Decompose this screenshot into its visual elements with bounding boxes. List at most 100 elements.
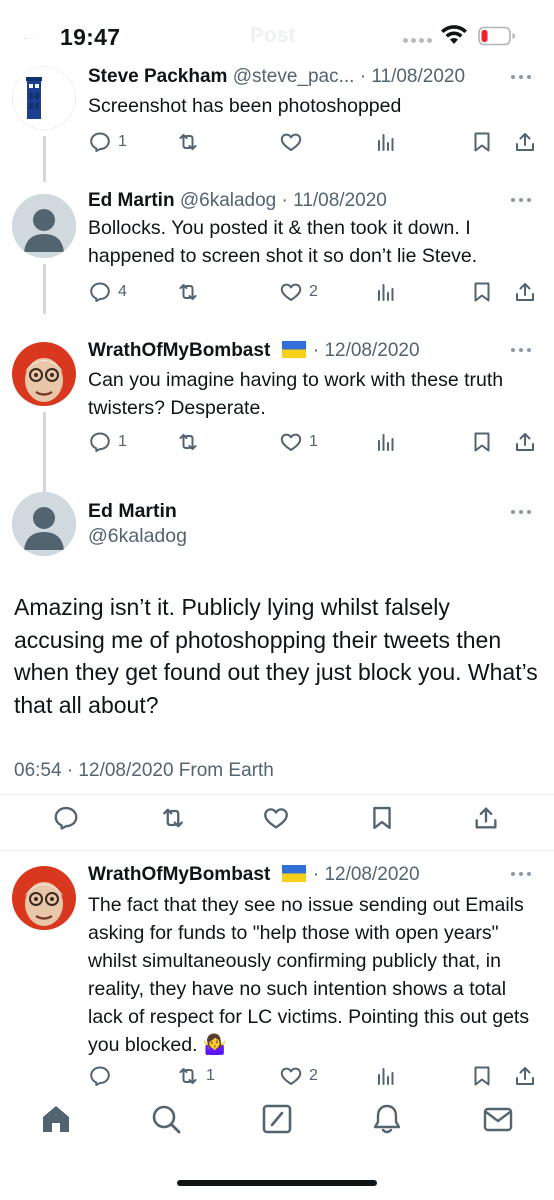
bookmark-button[interactable] — [470, 280, 494, 304]
bookmark-icon — [373, 806, 391, 830]
tweet-timestamp[interactable]: 06:54 · 12/08/2020 From Earth — [14, 760, 274, 782]
like-button[interactable]: 1 — [279, 430, 318, 454]
share-button[interactable] — [513, 130, 537, 154]
reply-icon — [54, 806, 78, 830]
page-title: Post — [250, 24, 296, 47]
bookmark-button[interactable] — [470, 1064, 494, 1088]
share-button[interactable] — [513, 1064, 537, 1088]
messages-icon — [483, 1107, 513, 1132]
tweet-date[interactable]: 11/08/2020 — [371, 66, 465, 87]
separator: · — [312, 340, 320, 361]
author-name[interactable]: WrathOfMyBombast — [88, 864, 270, 885]
home-indicator — [177, 1180, 377, 1186]
tweet-date[interactable]: 12/08/2020 — [324, 340, 419, 361]
tab-home[interactable] — [39, 1102, 73, 1136]
tweet-date[interactable]: 12/08/2020 — [324, 864, 419, 885]
views-button[interactable] — [374, 280, 398, 304]
bookmark-icon — [474, 1066, 490, 1086]
share-button[interactable] — [513, 280, 537, 304]
heart-icon — [264, 808, 288, 829]
author-name[interactable]: WrathOfMyBombast — [88, 340, 270, 361]
tab-search[interactable] — [149, 1102, 183, 1136]
views-icon — [378, 284, 394, 301]
views-button[interactable] — [374, 130, 398, 154]
reply-button[interactable]: 1 — [88, 430, 127, 454]
like-button[interactable] — [262, 804, 290, 832]
reply-button[interactable] — [52, 804, 80, 832]
main-tweet-text: Amazing isn’t it. Publicly lying whilst … — [14, 594, 538, 718]
like-button[interactable]: 2 — [279, 1064, 318, 1088]
like-button[interactable]: 2 — [279, 280, 318, 304]
battery-low-icon — [478, 26, 515, 46]
tweet-header: Steve Packham @steve_pac... · 11/08/2020 — [88, 64, 465, 90]
avatar[interactable] — [12, 342, 76, 406]
author-name[interactable]: Ed Martin — [88, 500, 177, 523]
retweet-button[interactable]: 1 — [176, 1064, 215, 1088]
like-count: 2 — [309, 283, 318, 300]
heart-icon — [280, 283, 302, 301]
more-options-icon[interactable] — [510, 74, 532, 80]
views-icon — [378, 434, 394, 451]
retweet-button[interactable] — [176, 280, 206, 304]
author-handle[interactable]: @6kaladog — [88, 525, 187, 548]
bookmark-button[interactable] — [470, 430, 494, 454]
reply-button[interactable] — [88, 1064, 118, 1088]
like-button[interactable] — [279, 130, 309, 154]
reply-count: 1 — [118, 133, 127, 150]
back-arrow-icon[interactable]: ← — [18, 22, 40, 48]
divider — [0, 850, 554, 851]
cellular-signal-icon — [403, 38, 432, 43]
author-name[interactable]: Steve Packham — [88, 66, 227, 87]
author-name[interactable]: Ed Martin — [88, 190, 175, 211]
views-button[interactable] — [374, 1064, 398, 1088]
bookmark-button[interactable] — [470, 130, 494, 154]
separator: · — [312, 864, 320, 885]
ukraine-flag-icon — [281, 341, 306, 358]
retweet-icon — [179, 1068, 197, 1084]
avatar[interactable] — [12, 866, 76, 930]
retweet-icon — [163, 808, 183, 828]
share-icon — [516, 1067, 534, 1085]
reply-count: 1 — [118, 433, 127, 450]
more-options-icon[interactable] — [510, 197, 532, 203]
retweet-button[interactable] — [176, 130, 206, 154]
heart-icon — [280, 1067, 302, 1085]
status-bar: ← 19:47 Post — [0, 0, 554, 72]
separator: · — [359, 66, 367, 87]
tab-compose[interactable] — [260, 1102, 294, 1136]
tab-notifications[interactable] — [370, 1102, 404, 1136]
author-handle[interactable]: @steve_pac... — [233, 66, 355, 87]
more-options-icon[interactable] — [510, 871, 532, 877]
retweet-button[interactable] — [159, 804, 187, 832]
retweet-icon — [179, 284, 197, 300]
avatar[interactable] — [12, 66, 76, 130]
like-count: 2 — [309, 1067, 318, 1084]
tweet-date[interactable]: 11/08/2020 — [293, 190, 387, 211]
reply-button[interactable]: 1 — [88, 130, 127, 154]
avatar[interactable] — [12, 492, 76, 556]
bookmark-icon — [474, 132, 490, 152]
tweet-actions: 1 1 — [0, 430, 554, 460]
heart-icon — [280, 433, 302, 451]
avatar[interactable] — [12, 194, 76, 258]
views-icon — [378, 134, 394, 151]
share-button[interactable] — [513, 430, 537, 454]
more-options-icon[interactable] — [510, 509, 532, 515]
tweet-actions: 4 2 — [0, 280, 554, 310]
home-icon — [43, 1106, 69, 1132]
retweet-count: 1 — [206, 1067, 215, 1084]
author-handle[interactable]: @6kaladog — [180, 190, 276, 211]
status-time: 19:47 — [60, 24, 121, 50]
more-options-icon[interactable] — [510, 347, 532, 353]
default-avatar-icon — [12, 492, 76, 556]
reply-icon — [90, 282, 110, 302]
share-button[interactable] — [472, 804, 500, 832]
tab-messages[interactable] — [481, 1102, 515, 1136]
reply-button[interactable]: 4 — [88, 280, 127, 304]
views-button[interactable] — [374, 430, 398, 454]
retweet-button[interactable] — [176, 430, 206, 454]
reply-count: 4 — [118, 283, 127, 300]
bookmark-button[interactable] — [368, 804, 396, 832]
tweet-actions: 1 2 — [0, 1064, 554, 1088]
main-tweet-actions — [0, 804, 554, 834]
